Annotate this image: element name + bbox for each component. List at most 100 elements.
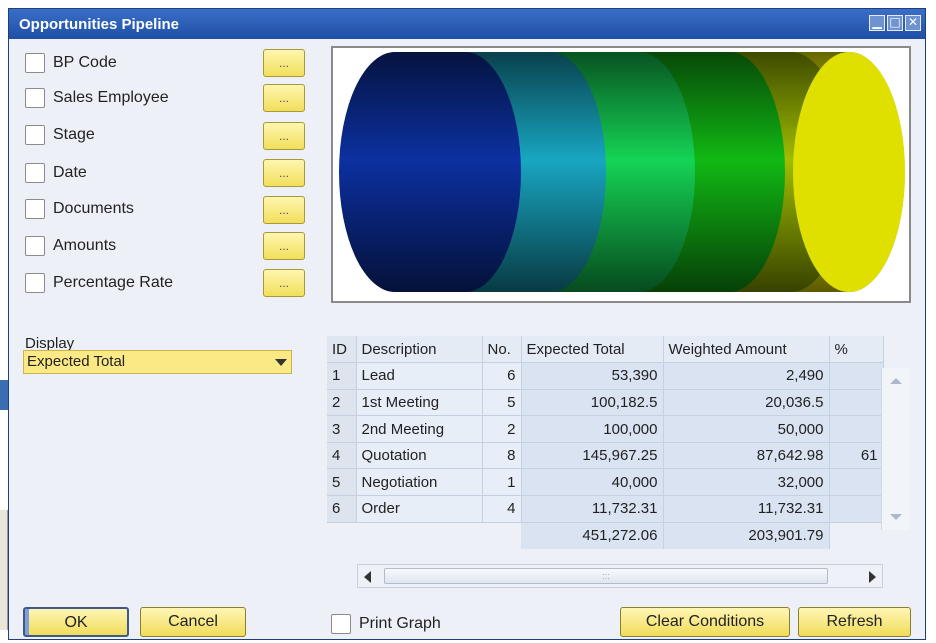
amounts-select-button[interactable]: ... [263,232,305,260]
display-dropdown[interactable]: Expected Total [23,350,292,374]
column-header-id[interactable]: ID [327,336,357,364]
table-horizontal-scrollbar[interactable]: ::: [357,564,883,588]
bp-code-select-button[interactable]: ... [263,49,305,77]
row-expected-total: 53,390 [521,362,664,390]
maximize-icon[interactable]: □ [887,15,903,31]
cancel-button[interactable]: Cancel [140,607,246,637]
table-row[interactable]: 4 Quotation 8 145,967.25 87,642.98 61 [327,442,884,470]
table-row[interactable]: 1 Lead 6 53,390 2,490 [327,362,884,390]
window-client-area: BP Code ... Sales Employee ... Stage ...… [9,39,925,639]
row-id: 5 [327,468,357,497]
sales-employee-label: Sales Employee [53,89,169,106]
print-graph-checkbox[interactable] [331,614,351,634]
table-row[interactable]: 5 Negotiation 1 40,000 32,000 [327,468,884,497]
column-header-expected-total[interactable]: Expected Total [521,336,664,364]
row-count: 6 [482,362,522,390]
minimize-icon[interactable]: ▁ [869,15,885,31]
row-percent [829,389,884,417]
row-description: Order [356,495,483,523]
table-row[interactable]: 2 1st Meeting 5 100,182.5 20,036.5 [327,389,884,417]
stage-select-button[interactable]: ... [263,122,305,150]
total-expected-total: 451,272.06 [521,522,664,549]
row-expected-total: 100,182.5 [521,389,664,417]
row-weighted-amount: 87,642.98 [663,442,830,470]
row-description: 1st Meeting [356,389,483,417]
print-graph-label: Print Graph [359,615,441,632]
window-title: Opportunities Pipeline [19,15,180,33]
sales-employee-select-button[interactable]: ... [263,84,305,112]
print-graph-option: Print Graph [331,614,441,634]
row-expected-total: 145,967.25 [521,442,664,470]
totals-spacer [482,522,521,549]
table-header-row: ID Description No. Expected Total Weight… [327,336,884,364]
row-count: 2 [482,415,522,443]
clear-conditions-button[interactable]: Clear Conditions [620,607,790,637]
percentage-rate-label: Percentage Rate [53,274,174,291]
filter-sales-employee: Sales Employee [25,85,169,111]
column-header-description[interactable]: Description [356,336,483,364]
row-id: 1 [327,362,357,390]
column-header-no[interactable]: No. [482,336,522,364]
sales-employee-checkbox[interactable] [25,88,45,108]
refresh-button[interactable]: Refresh [798,607,911,637]
percentage-rate-checkbox[interactable] [25,273,45,293]
row-id: 3 [327,415,357,443]
pipeline-graph [331,46,911,303]
pipeline-table: ID Description No. Expected Total Weight… [327,336,884,549]
table-vertical-scrollbar[interactable] [881,368,909,530]
row-percent [829,362,884,390]
filter-date: Date [25,160,87,186]
stage-label: Stage [53,126,95,143]
documents-select-button[interactable]: ... [263,196,305,224]
ok-button[interactable]: OK [23,607,129,637]
filter-percentage-rate: Percentage Rate [25,270,173,296]
dropdown-arrow-icon [275,359,287,366]
totals-spacer [327,522,356,549]
row-expected-total: 100,000 [521,415,664,443]
date-checkbox[interactable] [25,163,45,183]
filter-stage: Stage [25,122,95,148]
table-totals-row: 451,272.06 203,901.79 [327,522,883,549]
row-description: 2nd Meeting [356,415,483,443]
row-weighted-amount: 2,490 [663,362,830,390]
documents-checkbox[interactable] [25,199,45,219]
row-id: 2 [327,389,357,417]
table-row[interactable]: 3 2nd Meeting 2 100,000 50,000 [327,415,884,443]
totals-spacer [829,522,883,549]
bp-code-label: BP Code [53,54,117,71]
scroll-up-icon[interactable] [890,378,902,384]
totals-spacer [356,522,482,549]
title-bar[interactable]: Opportunities Pipeline ▁ □ ✕ [9,9,925,39]
table-row[interactable]: 6 Order 4 11,732.31 11,732.31 [327,495,884,523]
row-expected-total: 11,732.31 [521,495,664,523]
row-description: Quotation [356,442,483,470]
scrollbar-thumb[interactable]: ::: [384,568,828,584]
amounts-checkbox[interactable] [25,236,45,256]
column-header-percent[interactable]: % [829,336,884,364]
window-controls: ▁ □ ✕ [869,15,921,31]
row-count: 8 [482,442,522,470]
date-select-button[interactable]: ... [263,159,305,187]
row-id: 6 [327,495,357,523]
stage-checkbox[interactable] [25,125,45,145]
close-icon[interactable]: ✕ [905,15,921,31]
percentage-rate-select-button[interactable]: ... [263,269,305,297]
filter-bp-code: BP Code [25,50,117,76]
scroll-right-icon[interactable] [869,571,876,583]
scroll-left-icon[interactable] [364,571,371,583]
row-count: 5 [482,389,522,417]
scroll-down-icon[interactable] [890,514,902,520]
opportunities-pipeline-window: Opportunities Pipeline ▁ □ ✕ BP Code ...… [8,8,926,640]
pipeline-segment [339,52,521,292]
filter-amounts: Amounts [25,233,116,259]
bp-code-checkbox[interactable] [25,53,45,73]
row-id: 4 [327,442,357,470]
date-label: Date [53,164,87,181]
column-header-weighted-amount[interactable]: Weighted Amount [663,336,830,364]
background-window-edge [0,380,8,410]
row-description: Lead [356,362,483,390]
row-percent: 61 [829,442,884,470]
row-description: Negotiation [356,468,483,497]
documents-label: Documents [53,200,134,217]
amounts-label: Amounts [53,237,117,254]
